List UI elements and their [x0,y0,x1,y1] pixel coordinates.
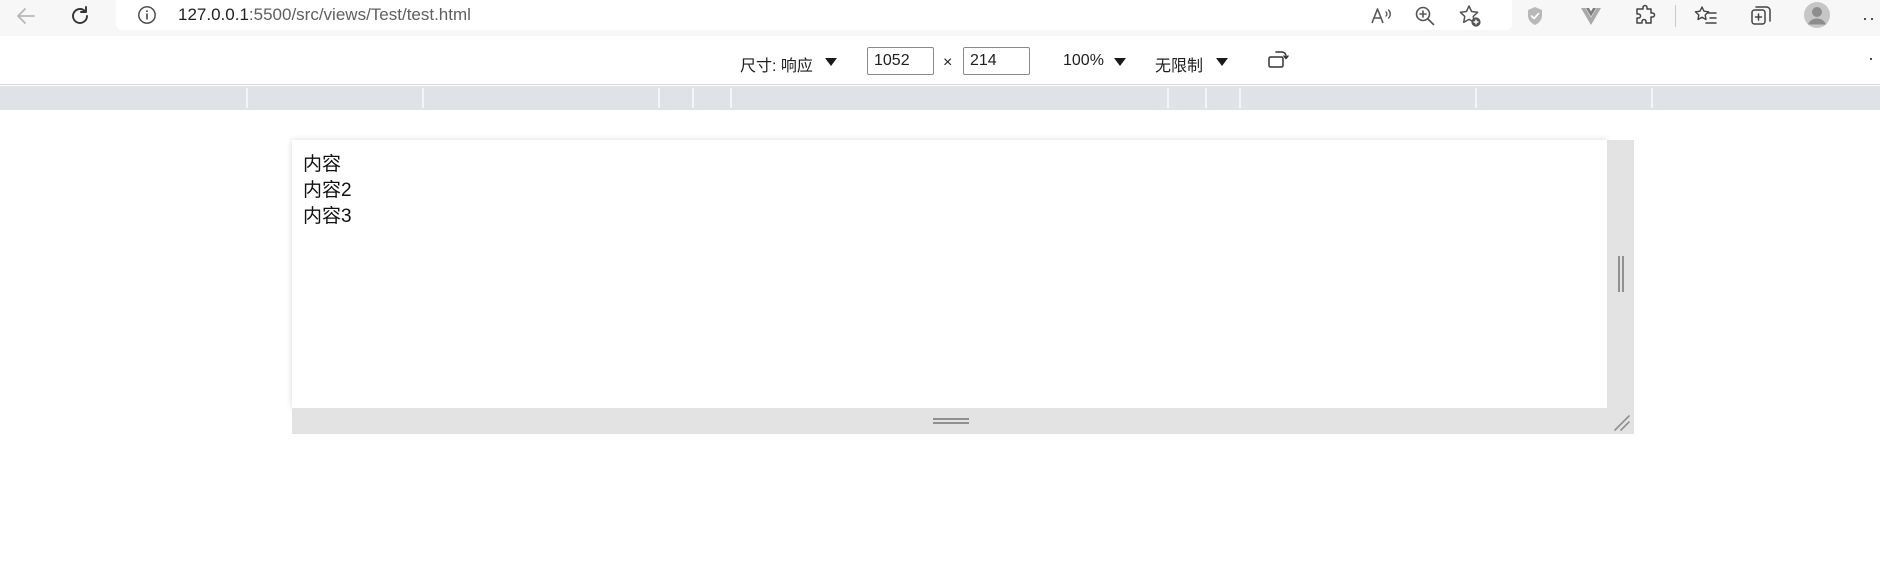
bottom-resize-handle[interactable] [292,408,1607,434]
content-line-2: 内容2 [303,180,352,201]
rotate-icon[interactable] [1263,46,1293,74]
ruler-tick[interactable] [422,88,424,108]
address-bar[interactable]: 127.0.0.1:5500/src/views/Test/test.html [116,0,1512,30]
site-info-icon[interactable] [134,2,160,28]
more-menu-icon[interactable]: ·· [1862,8,1876,29]
width-input[interactable] [867,47,934,75]
content-line-1: 内容 [303,154,342,175]
shield-extension-icon[interactable] [1520,2,1550,30]
height-input[interactable] [963,47,1030,75]
ruler-tick[interactable] [246,88,248,108]
add-favorite-icon[interactable] [1455,2,1485,30]
ruler-tick[interactable] [1205,88,1207,108]
collections-icon[interactable] [1746,2,1776,30]
vue-devtools-icon[interactable] [1576,2,1606,30]
right-grip-line [1618,256,1620,292]
dimensions-caret-icon[interactable] [825,58,837,66]
corner-resize-icon[interactable] [1611,412,1631,432]
dimensions-dropdown[interactable]: 尺寸: 响应 [740,52,813,76]
favorites-icon[interactable] [1691,2,1721,30]
emulated-viewport: 内容 内容2 内容3 [292,140,1607,408]
ruler-tick[interactable] [658,88,660,108]
device-toolbar-more-icon[interactable]: · [1868,48,1874,69]
page-content: 内容 内容2 内容3 [292,140,1607,242]
bottom-grip-line [933,422,969,424]
throttling-caret-icon[interactable] [1216,58,1228,66]
zoom-icon[interactable] [1410,2,1440,30]
profile-avatar-icon[interactable] [1800,0,1834,30]
ruler-tick[interactable] [1239,88,1241,108]
url-host: 127.0.0.1 [178,5,249,24]
ruler-tick[interactable] [1167,88,1169,108]
url-path: :5500/src/views/Test/test.html [248,5,471,24]
ruler-tick[interactable] [730,88,732,108]
zoom-caret-icon[interactable] [1114,58,1126,66]
back-arrow-icon[interactable] [10,2,42,30]
ruler-tick[interactable] [1651,88,1653,108]
read-aloud-icon[interactable] [1366,2,1396,30]
content-line-3: 内容3 [303,206,352,227]
right-grip-line [1622,256,1624,292]
zoom-dropdown[interactable]: 100% [1063,52,1104,70]
toolbar-divider [1675,5,1676,27]
bottom-grip-line [933,418,969,420]
ruler-tick[interactable] [1475,88,1477,108]
ruler-tick[interactable] [692,88,694,108]
reload-icon[interactable] [64,2,96,30]
extensions-puzzle-icon[interactable] [1630,2,1660,30]
throttling-dropdown[interactable]: 无限制 [1155,52,1203,76]
right-resize-handle[interactable] [1607,140,1634,434]
times-sign: × [943,54,953,71]
media-query-ruler [0,86,1880,110]
browser-toolbar: 127.0.0.1:5500/src/views/Test/test.html … [0,0,1880,36]
device-toolbar: 尺寸: 响应 × 100% 无限制 · [0,36,1880,85]
url-text[interactable]: 127.0.0.1:5500/src/views/Test/test.html [178,5,471,25]
